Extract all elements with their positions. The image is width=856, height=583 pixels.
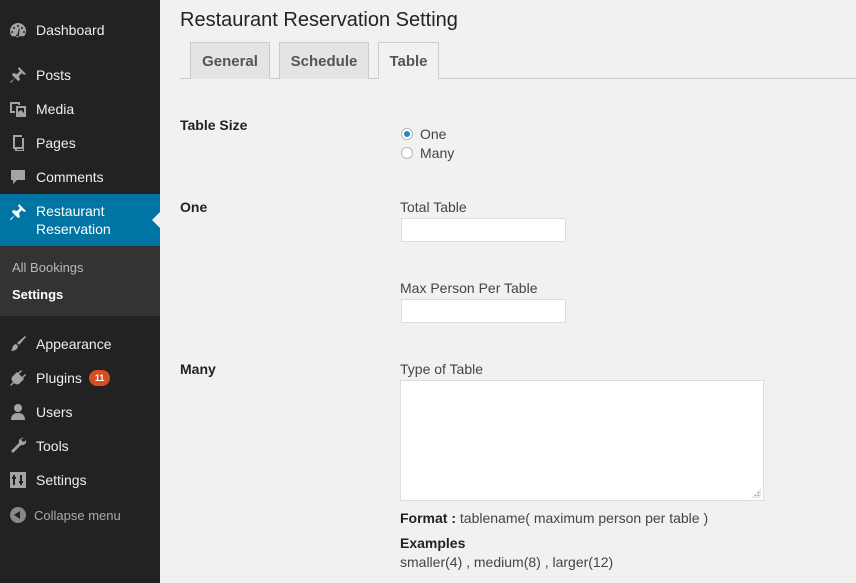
radio-button[interactable] xyxy=(401,147,413,159)
sidebar-item-label: Settings xyxy=(36,472,87,488)
sidebar-item-dashboard[interactable]: Dashboard xyxy=(0,13,160,47)
sidebar-item-pages[interactable]: Pages xyxy=(0,126,160,160)
sidebar-item-label: Dashboard xyxy=(36,22,105,38)
sidebar-item-label: Users xyxy=(36,404,73,420)
radio-option-one[interactable]: One xyxy=(401,126,446,142)
pages-icon xyxy=(0,133,36,153)
format-prefix: Format : xyxy=(400,510,456,526)
sidebar-item-comments[interactable]: Comments xyxy=(0,160,160,194)
submenu-item-all-bookings[interactable]: All Bookings xyxy=(12,260,84,275)
sidebar-item-users[interactable]: Users xyxy=(0,395,160,429)
many-section-label: Many xyxy=(180,361,216,377)
collapse-menu-button[interactable]: Collapse menu xyxy=(0,502,160,528)
comment-icon xyxy=(0,167,36,187)
paintbrush-icon xyxy=(0,334,36,354)
page-title: Restaurant Reservation Setting xyxy=(180,9,458,31)
sidebar-item-posts[interactable]: Posts xyxy=(0,58,160,92)
sidebar-submenu: All Bookings Settings xyxy=(0,246,160,316)
examples-text: smaller(4) , medium(8) , larger(12) xyxy=(400,554,614,570)
pushpin-icon xyxy=(0,202,36,222)
radio-label: Many xyxy=(420,145,455,161)
total-table-label: Total Table xyxy=(400,199,467,215)
max-person-input[interactable] xyxy=(401,299,566,323)
sidebar-item-media[interactable]: Media xyxy=(0,92,160,126)
sidebar-item-plugins[interactable]: Plugins 11 xyxy=(0,361,160,395)
tab-table[interactable]: Table xyxy=(378,42,439,79)
type-of-table-label: Type of Table xyxy=(400,361,484,377)
format-hint: Format : tablename( maximum person per t… xyxy=(400,510,708,526)
sidebar-item-restaurant-reservation[interactable]: Restaurant Reservation xyxy=(0,194,160,246)
sidebar-item-label: Plugins xyxy=(36,370,82,386)
table-size-label: Table Size xyxy=(180,117,248,133)
main-content: Restaurant Reservation Setting General S… xyxy=(160,0,856,583)
pushpin-icon xyxy=(0,65,36,85)
radio-label: One xyxy=(420,126,447,142)
examples-title: Examples xyxy=(400,535,466,551)
sidebar-item-settings[interactable]: Settings xyxy=(0,463,160,497)
sidebar-item-label: Tools xyxy=(36,438,69,454)
user-icon xyxy=(0,402,36,422)
update-count-badge: 11 xyxy=(88,370,111,386)
format-text: tablename( maximum person per table ) xyxy=(456,510,709,526)
resize-handle-icon[interactable] xyxy=(751,488,761,498)
radio-button-checked[interactable] xyxy=(401,128,413,140)
sidebar-item-label: Comments xyxy=(36,169,104,185)
collapse-arrow-icon xyxy=(10,507,26,523)
tab-general[interactable]: General xyxy=(190,42,270,79)
type-of-table-textarea[interactable] xyxy=(400,380,764,501)
sliders-icon xyxy=(0,470,36,490)
wrench-icon xyxy=(0,436,36,456)
one-section-label: One xyxy=(180,199,208,215)
sidebar-item-label: Pages xyxy=(36,135,76,151)
total-table-input[interactable] xyxy=(401,218,566,242)
submenu-item-settings[interactable]: Settings xyxy=(12,287,63,302)
sidebar-item-label: Appearance xyxy=(36,336,112,352)
sidebar-item-label: Posts xyxy=(36,67,72,83)
radio-option-many[interactable]: Many xyxy=(401,145,454,161)
sidebar-item-appearance[interactable]: Appearance xyxy=(0,327,160,361)
admin-sidebar: Dashboard Posts Media Pages Comments Res… xyxy=(0,0,160,583)
plugin-icon xyxy=(0,368,36,388)
media-icon xyxy=(0,99,36,119)
sidebar-item-tools[interactable]: Tools xyxy=(0,429,160,463)
max-person-label: Max Person Per Table xyxy=(400,280,538,296)
collapse-menu-label: Collapse menu xyxy=(34,507,121,523)
sidebar-item-label: Media xyxy=(36,101,75,117)
tab-schedule[interactable]: Schedule xyxy=(279,42,369,79)
dashboard-icon xyxy=(0,20,36,40)
sidebar-item-label: Restaurant Reservation xyxy=(36,203,111,237)
